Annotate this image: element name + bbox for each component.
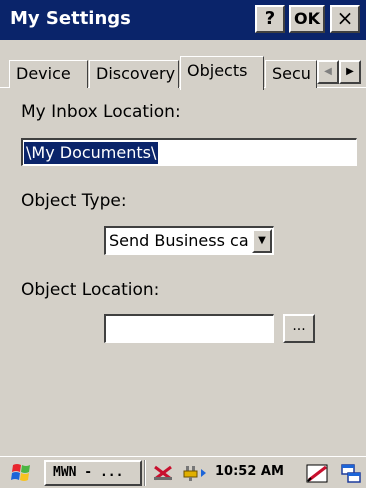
power-plug-icon[interactable] — [180, 463, 210, 483]
task-button[interactable]: MWN - ... — [44, 460, 142, 486]
clock[interactable]: 10:52 AM — [215, 464, 284, 479]
pen-input-icon[interactable] — [306, 463, 330, 485]
dropdown-arrow-icon[interactable]: ▼ — [252, 229, 272, 253]
help-button[interactable]: ? — [255, 5, 285, 33]
windows-flag-icon[interactable] — [9, 461, 39, 485]
close-button[interactable]: × — [330, 5, 360, 33]
inbox-location-field[interactable]: \My Documents\ — [21, 138, 357, 166]
taskbar: MWN - ... 10:52 AM — [0, 456, 366, 488]
ok-button[interactable]: OK — [289, 5, 325, 33]
tab-discovery[interactable]: Discovery — [89, 60, 179, 88]
task-button-label: MWN - ... — [53, 465, 124, 480]
title-bar: My Settings ? OK × — [0, 0, 366, 40]
object-type-value: Send Business ca — [109, 231, 249, 250]
inbox-location-value: \My Documents\ — [24, 142, 159, 164]
object-location-field[interactable] — [104, 314, 274, 343]
tab-objects[interactable]: Objects — [180, 56, 264, 90]
network-icon[interactable] — [152, 463, 174, 483]
object-type-dropdown[interactable]: Send Business ca ▼ — [104, 226, 274, 255]
windows-list-icon[interactable] — [340, 463, 362, 485]
tab-security[interactable]: Secu — [265, 60, 317, 88]
object-type-label: Object Type: — [21, 191, 127, 211]
tray-divider — [144, 460, 146, 486]
browse-button[interactable]: ... — [283, 314, 315, 343]
tab-device[interactable]: Device — [9, 60, 88, 88]
inbox-location-label: My Inbox Location: — [21, 102, 181, 122]
object-location-label: Object Location: — [21, 280, 160, 300]
tab-scroll-left-button[interactable]: ◀ — [317, 60, 339, 84]
window-title: My Settings — [10, 8, 131, 29]
tab-scroll-right-button[interactable]: ▶ — [339, 60, 361, 84]
